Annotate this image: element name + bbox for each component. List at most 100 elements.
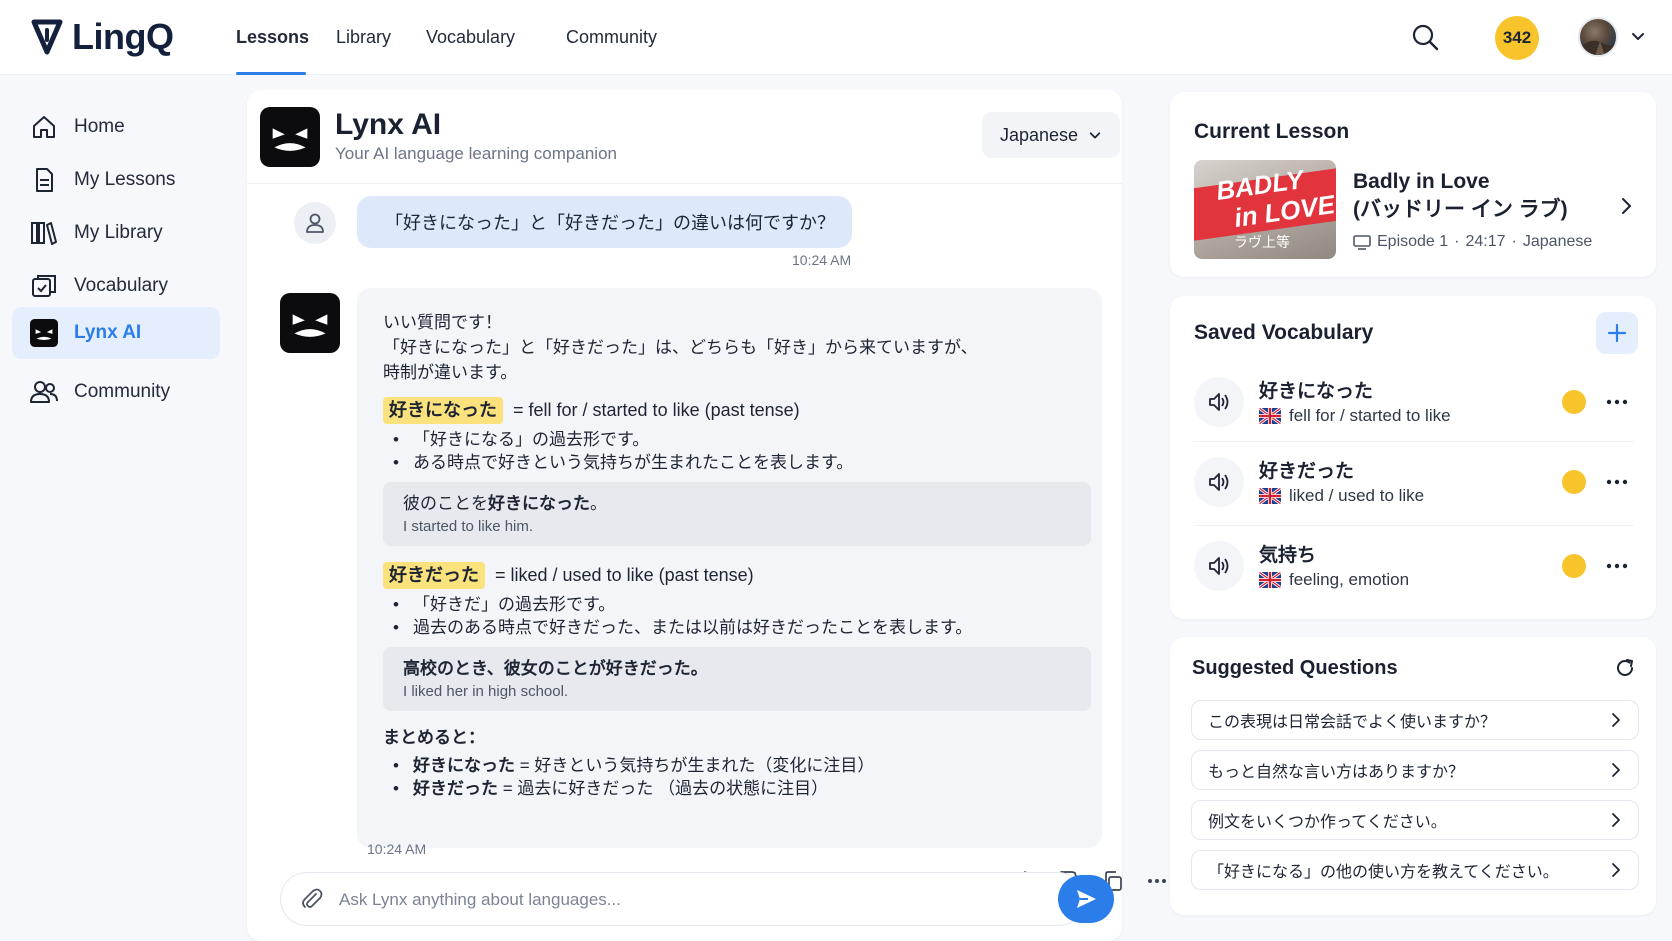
speaker-icon: [1209, 557, 1229, 575]
pronounce-button[interactable]: [1194, 457, 1244, 507]
attach-button[interactable]: [299, 887, 325, 913]
vocab-item[interactable]: 好きだった liked / used to like: [1194, 441, 1634, 521]
example-japanese: 彼のことを好きになった。: [403, 494, 607, 513]
vocab-status-dot[interactable]: [1562, 390, 1586, 414]
search-button[interactable]: [1410, 22, 1440, 52]
coin-count-badge[interactable]: 342: [1495, 16, 1539, 60]
ai-message-bubble: いい質問です！ 「好きになった」と「好きだった」は、どちらも「好き」から来ていま…: [357, 288, 1166, 891]
refresh-suggestions-button[interactable]: [1614, 657, 1640, 683]
user-icon: [306, 213, 324, 233]
term-bullets: 「好きだ」の過去形です。 過去のある時点で好きだった、または以前は好きだったこと…: [383, 593, 1076, 639]
ai-intro-line: 「好きになった」と「好きだった」は、どちらも「好き」から来ていますが、: [383, 338, 978, 357]
user-message-bubble: 「好きになった」と「好きだった」の違いは何ですか？: [357, 196, 852, 248]
more-horizontal-icon: [1148, 879, 1166, 883]
meta-separator: ·: [1454, 233, 1460, 250]
suggested-question[interactable]: 例文をいくつか作ってください。: [1191, 800, 1639, 840]
vocab-word: 気持ち: [1259, 545, 1317, 566]
bullet-item: 「好きになる」の過去形です。: [383, 428, 1076, 451]
vocab-more-button[interactable]: [1604, 554, 1630, 578]
ai-intro-line: 時制が違います。: [383, 363, 518, 382]
vocab-status-dot[interactable]: [1562, 470, 1586, 494]
bullet-item: ある時点で好きという気持ちが生まれたことを表します。: [383, 451, 1076, 474]
user-avatar[interactable]: [1578, 17, 1618, 57]
user-message-avatar: [294, 202, 336, 244]
refresh-icon: [1617, 659, 1633, 676]
message-input[interactable]: [339, 881, 999, 919]
term-definition: 好きになった = fell for / started to like (pas…: [383, 397, 1076, 424]
suggested-question[interactable]: この表現は日常会話でよく使いますか？: [1191, 700, 1639, 740]
more-options-button[interactable]: [1144, 868, 1170, 894]
lesson-duration: 24:17: [1465, 233, 1506, 250]
vocab-definition: feeling, emotion: [1259, 570, 1409, 590]
uk-flag-icon: [1259, 408, 1281, 424]
lesson-language: Japanese: [1522, 233, 1593, 250]
highlighted-term[interactable]: 好きだった: [383, 562, 485, 589]
sidebar-item-lynx-ai[interactable]: Lynx AI: [12, 307, 220, 359]
language-select[interactable]: Japanese: [982, 112, 1120, 158]
vocab-word: 好きになった: [1259, 381, 1374, 402]
lesson-thumbnail[interactable]: BADLY in LOVE ラヴ上等: [1194, 160, 1336, 259]
lynx-message-avatar-icon: [280, 293, 340, 353]
thumbnail-subtitle: ラヴ上等: [1234, 234, 1290, 250]
vocab-word: 好きだった: [1259, 461, 1355, 482]
chat-subtitle: Your AI language learning companion: [335, 144, 617, 163]
search-icon: [1412, 24, 1439, 51]
sidebar-item-home[interactable]: Home: [12, 101, 220, 153]
summary-item: 好きだった = 過去に好きだった （過去の状態に注目）: [383, 777, 1076, 800]
chat-panel: Lynx AI Your AI language learning compan…: [247, 90, 1166, 941]
user-message-time: 10:24 AM: [792, 252, 852, 268]
vocab-status-dot[interactable]: [1562, 554, 1586, 578]
term-meaning: = liked / used to like (past tense): [495, 565, 754, 585]
open-lesson-button[interactable]: [1616, 196, 1636, 216]
current-lesson-card: Current Lesson BADLY in LOVE ラヴ上等 Badly …: [1170, 92, 1656, 277]
account-menu-toggle[interactable]: [1630, 28, 1646, 44]
speaker-icon: [1209, 393, 1229, 411]
lesson-episode: Episode 1: [1377, 233, 1449, 250]
chevron-right-icon: [1622, 198, 1631, 214]
send-button[interactable]: [1058, 875, 1114, 923]
language-select-value: Japanese: [1000, 124, 1079, 145]
current-lesson-heading: Current Lesson: [1194, 120, 1350, 143]
sidebar-item-community[interactable]: Community: [12, 366, 220, 418]
lesson-meta: Episode 1 · 24:17 · Japanese: [1353, 233, 1592, 251]
vocab-more-button[interactable]: [1604, 470, 1630, 494]
suggested-questions-heading: Suggested Questions: [1192, 657, 1398, 679]
highlighted-term[interactable]: 好きになった: [383, 397, 503, 424]
pronounce-button[interactable]: [1194, 377, 1244, 427]
sidebar-item-my-library[interactable]: My Library: [12, 207, 220, 259]
lesson-title[interactable]: Badly in Love (バッドリー イン ラブ): [1353, 168, 1603, 224]
users-icon: [30, 378, 58, 406]
summary-title: まとめると：: [383, 728, 485, 747]
more-horizontal-icon: [1606, 563, 1628, 569]
sidebar-item-vocabulary[interactable]: Vocabulary: [12, 260, 220, 312]
tab-library[interactable]: Library: [336, 0, 396, 75]
uk-flag-icon: [1259, 488, 1281, 504]
sidebar-item-label: My Lessons: [74, 169, 176, 190]
tab-vocabulary[interactable]: Vocabulary: [426, 0, 516, 75]
vocab-definition: fell for / started to like: [1259, 406, 1451, 426]
tab-lessons[interactable]: Lessons: [236, 0, 309, 75]
term-meaning: = fell for / started to like (past tense…: [513, 400, 800, 420]
brand-name: LingQ: [72, 16, 174, 57]
saved-vocabulary-heading: Saved Vocabulary: [1194, 321, 1374, 344]
example-english: I liked her in high school.: [403, 683, 569, 700]
vocab-item[interactable]: 好きになった fell for / started to like: [1194, 362, 1634, 442]
chevron-right-icon: [1612, 763, 1620, 777]
suggested-question[interactable]: 「好きになる」の他の使い方を教えてください。: [1191, 850, 1639, 890]
tab-community[interactable]: Community: [566, 0, 666, 75]
paperclip-icon: [302, 888, 323, 908]
sidebar: Home My Lessons My Library Vocabulary Ly…: [0, 75, 230, 941]
suggested-question[interactable]: もっと自然な言い方はありますか？: [1191, 750, 1639, 790]
lingq-logo[interactable]: LingQ: [30, 16, 174, 58]
suggested-questions-card: Suggested Questions この表現は日常会話でよく使いますか？ も…: [1170, 637, 1656, 915]
lynx-avatar-icon: [260, 107, 320, 167]
pronounce-button[interactable]: [1194, 541, 1244, 591]
sidebar-item-my-lessons[interactable]: My Lessons: [12, 154, 220, 206]
vocab-more-button[interactable]: [1604, 390, 1630, 414]
plus-icon: [1607, 323, 1627, 343]
example-box: 彼のことを好きになった。 I started to like him.: [383, 482, 1091, 546]
add-vocabulary-button[interactable]: [1596, 312, 1638, 354]
chat-title: Lynx AI: [335, 108, 442, 141]
vocab-item[interactable]: 気持ち feeling, emotion: [1194, 525, 1634, 605]
chevron-right-icon: [1612, 813, 1620, 827]
